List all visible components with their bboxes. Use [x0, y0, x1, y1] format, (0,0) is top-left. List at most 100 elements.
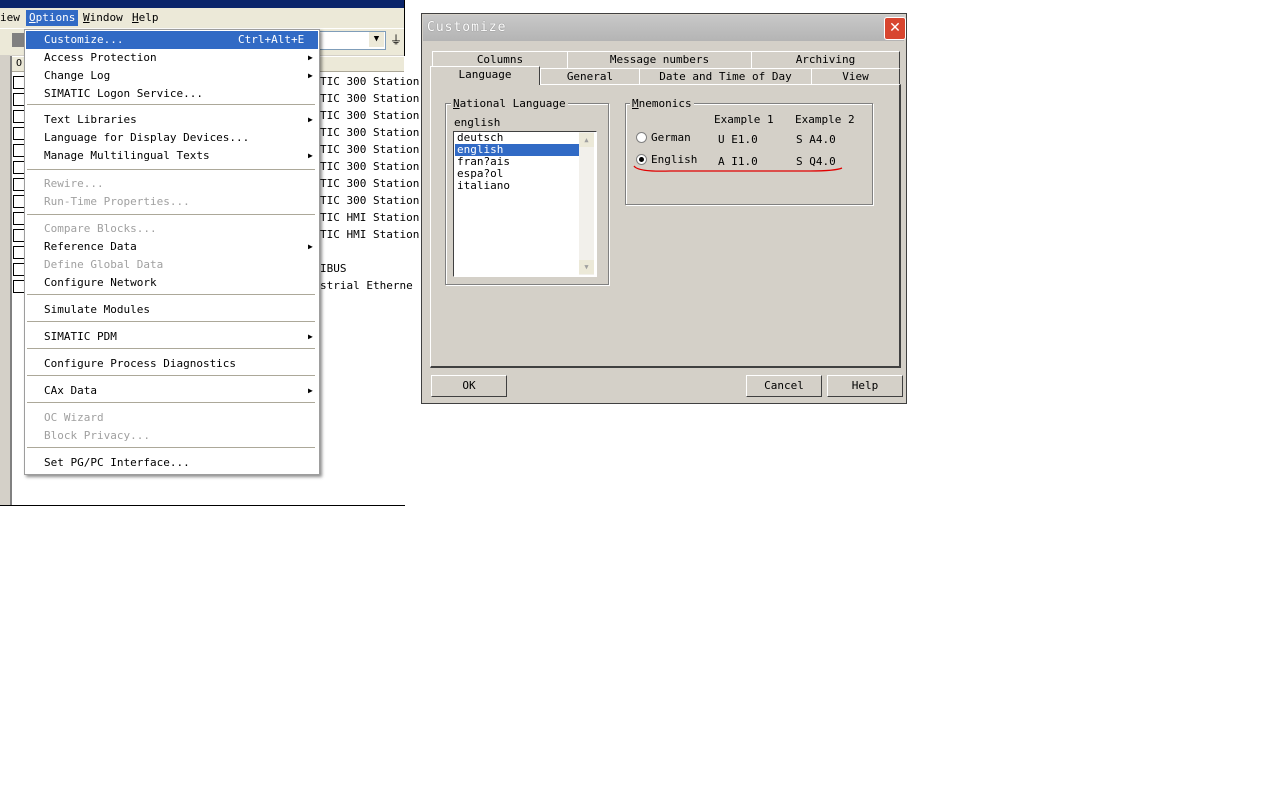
example-2-header: Example 2 — [795, 113, 855, 126]
scroll-up-icon[interactable]: ▲ — [579, 133, 594, 147]
menu-item-label: Configure Process Diagnostics — [44, 357, 237, 370]
german-label[interactable]: German — [651, 131, 691, 144]
menu-item-simatic-logon-service[interactable]: SIMATIC Logon Service... — [26, 85, 318, 103]
station-row-label[interactable]: TIC 300 Station — [320, 160, 419, 173]
tab-message-numbers[interactable]: Message numbers — [567, 51, 752, 68]
menu-item-label: Run-Time Properties... — [44, 195, 190, 208]
station-row-label[interactable]: TIC 300 Station — [320, 75, 419, 88]
menu-item-block-privacy: Block Privacy... — [26, 427, 318, 445]
station-row-label[interactable]: TIC 300 Station — [320, 194, 419, 207]
menu-item-label: Compare Blocks... — [44, 222, 157, 235]
menu-item-label: Text Libraries — [44, 113, 137, 126]
submenu-arrow-icon: ▶ — [308, 53, 313, 62]
red-underline-annotation — [633, 165, 843, 172]
menu-item-change-log[interactable]: Change Log ▶ — [26, 67, 318, 85]
submenu-arrow-icon: ▶ — [308, 71, 313, 80]
menu-item-reference-data[interactable]: Reference Data ▶ — [26, 238, 318, 256]
station-row-label[interactable]: IBUS — [320, 262, 347, 275]
station-row-label[interactable]: TIC 300 Station — [320, 177, 419, 190]
close-icon[interactable]: ✕ — [884, 17, 906, 40]
filter-icon[interactable]: ⏚ — [390, 33, 402, 47]
station-row-label[interactable]: TIC HMI Station — [320, 228, 419, 241]
tab-view[interactable]: View — [811, 68, 900, 85]
submenu-arrow-icon: ▶ — [308, 386, 313, 395]
station-row-label[interactable]: strial Etherne — [320, 279, 413, 292]
submenu-arrow-icon: ▶ — [308, 151, 313, 160]
menu-item-label: Reference Data — [44, 240, 137, 253]
station-row-label[interactable]: TIC 300 Station — [320, 109, 419, 122]
menu-item-label: Block Privacy... — [44, 429, 150, 442]
tab-date-and-time[interactable]: Date and Time of Day — [639, 68, 812, 85]
tab-archiving[interactable]: Archiving — [751, 51, 900, 68]
menu-options[interactable]: Options — [26, 10, 79, 26]
menu-item-label: Language for Display Devices... — [44, 131, 250, 144]
tab-general[interactable]: General — [540, 68, 640, 85]
menu-item-customize[interactable]: Customize... Ctrl+Alt+E — [26, 31, 318, 49]
cancel-button[interactable]: Cancel — [746, 375, 822, 397]
menu-item-label: SIMATIC Logon Service... — [44, 87, 203, 100]
german-example-2: S A4.0 — [796, 133, 836, 146]
menu-item-label: Manage Multilingual Texts — [44, 149, 210, 162]
menu-separator — [27, 447, 315, 448]
menu-help[interactable]: Help — [129, 10, 162, 26]
menu-item-label: Configure Network — [44, 276, 157, 289]
menu-item-label: SIMATIC PDM — [44, 330, 117, 343]
station-row-label[interactable]: TIC 300 Station — [320, 92, 419, 105]
menu-item-rewire: Rewire... — [26, 175, 318, 193]
menu-item-simatic-pdm[interactable]: SIMATIC PDM ▶ — [26, 328, 318, 346]
menu-item-label: Access Protection — [44, 51, 157, 64]
example-1-header: Example 1 — [714, 113, 774, 126]
menu-item-compare-blocks: Compare Blocks... — [26, 220, 318, 238]
current-language-value: english — [454, 116, 594, 130]
list-header-label: O — [16, 58, 23, 69]
station-row-label[interactable]: TIC 300 Station — [320, 126, 419, 139]
menu-separator — [27, 375, 315, 376]
help-button[interactable]: Help — [827, 375, 903, 397]
national-language-label: National Language — [451, 97, 568, 110]
menu-item-cax-data[interactable]: CAx Data ▶ — [26, 382, 318, 400]
menu-bar: iew Options Window Help — [0, 8, 404, 28]
combo-dropdown-icon[interactable]: ▼ — [369, 32, 384, 47]
menu-view[interactable]: iew — [0, 10, 23, 26]
menu-item-configure-network[interactable]: Configure Network — [26, 274, 318, 292]
menu-window[interactable]: Window — [80, 10, 126, 26]
submenu-arrow-icon: ▶ — [308, 332, 313, 341]
menu-item-label: Set PG/PC Interface... — [44, 456, 190, 469]
submenu-arrow-icon: ▶ — [308, 115, 313, 124]
tab-language[interactable]: Language — [430, 66, 540, 85]
menu-item-label: Customize... — [44, 33, 124, 46]
menu-item-configure-process-diagnostics[interactable]: Configure Process Diagnostics — [26, 355, 318, 373]
menu-separator — [27, 348, 315, 349]
ok-button[interactable]: OK — [431, 375, 507, 397]
menu-item-text-libraries[interactable]: Text Libraries ▶ — [26, 111, 318, 129]
dialog-title: Customize — [427, 20, 507, 35]
radio-german[interactable] — [636, 132, 647, 143]
menu-item-language-for-display-devices[interactable]: Language for Display Devices... — [26, 129, 318, 147]
menu-item-label: Simulate Modules — [44, 303, 150, 316]
menu-separator — [27, 294, 315, 295]
menu-separator — [27, 169, 315, 170]
submenu-arrow-icon: ▶ — [308, 242, 313, 251]
menu-item-label: Rewire... — [44, 177, 104, 190]
menu-item-access-protection[interactable]: Access Protection ▶ — [26, 49, 318, 67]
menu-item-shortcut: Ctrl+Alt+E — [238, 33, 305, 46]
menu-item-label: OC Wizard — [44, 411, 104, 424]
menu-item-label: Define Global Data — [44, 258, 164, 271]
menu-separator — [27, 104, 315, 105]
mnemonics-label: Mnemonics — [630, 97, 694, 110]
scroll-down-icon[interactable]: ▼ — [579, 260, 594, 274]
menu-item-set-pg-pc-interface[interactable]: Set PG/PC Interface... — [26, 454, 318, 472]
options-menu: Customize... Ctrl+Alt+E Access Protection ▶… — [24, 29, 320, 475]
menu-item-manage-multilingual-texts[interactable]: Manage Multilingual Texts ▶ — [26, 147, 318, 165]
listbox-scrollbar[interactable] — [579, 132, 594, 275]
menu-separator — [27, 402, 315, 403]
station-row-label[interactable]: TIC HMI Station — [320, 211, 419, 224]
menu-item-oc-wizard: OC Wizard — [26, 409, 318, 427]
menu-separator — [27, 214, 315, 215]
menu-item-define-global-data: Define Global Data — [26, 256, 318, 274]
german-example-1: U E1.0 — [718, 133, 758, 146]
language-option[interactable]: italiano — [455, 180, 579, 192]
menu-item-simulate-modules[interactable]: Simulate Modules — [26, 301, 318, 319]
station-row-label[interactable]: TIC 300 Station — [320, 143, 419, 156]
menu-item-label: CAx Data — [44, 384, 97, 397]
